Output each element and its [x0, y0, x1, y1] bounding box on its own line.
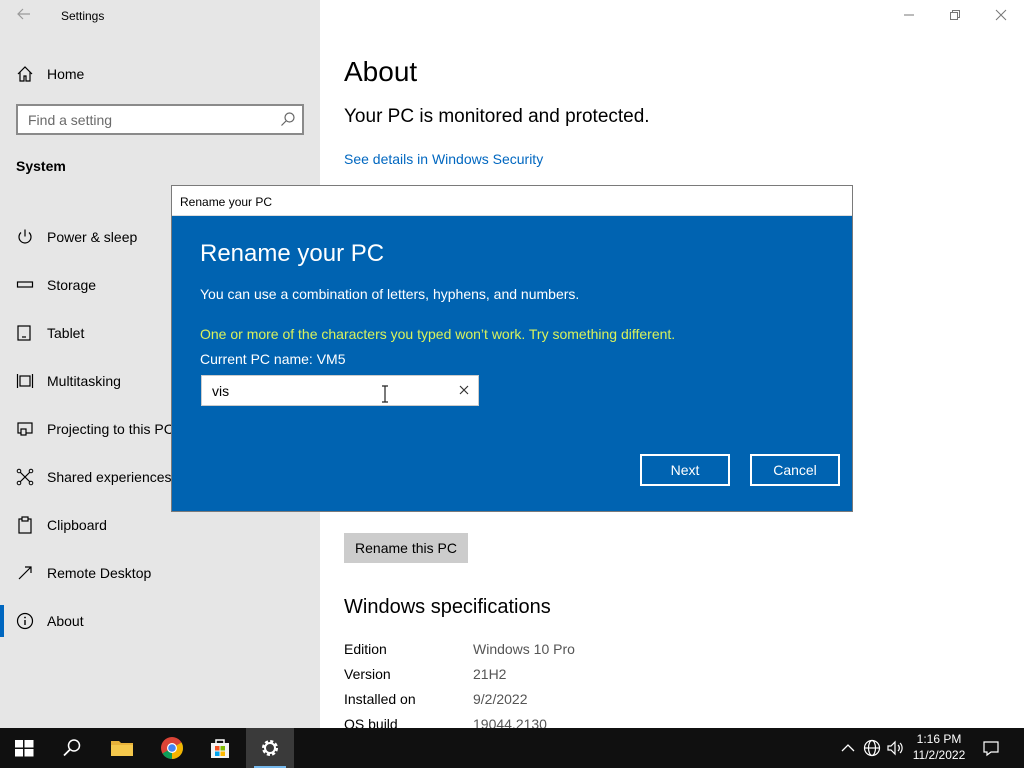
spec-key: Version: [344, 666, 391, 682]
nav-home-label: Home: [47, 66, 85, 82]
info-icon: [16, 612, 34, 630]
nav-home[interactable]: Home: [0, 58, 320, 90]
close-icon: [995, 9, 1007, 21]
sidebar-item-label: Projecting to this PC: [47, 421, 174, 437]
power-icon: [16, 228, 34, 246]
shared-experiences-icon: [16, 468, 34, 486]
sidebar-item-label: Power & sleep: [47, 229, 138, 245]
search-box[interactable]: [16, 104, 304, 135]
minimize-button[interactable]: [886, 4, 932, 28]
spec-value: 21H2: [473, 666, 507, 682]
clipboard-icon: [16, 516, 34, 534]
sidebar-item-label: Remote Desktop: [47, 565, 152, 581]
spec-value: 9/2/2022: [473, 691, 528, 707]
cancel-button[interactable]: Cancel: [750, 454, 840, 486]
clock-time: 1:16 PM: [916, 732, 962, 746]
minimize-icon: [904, 14, 914, 16]
settings-taskbar-button[interactable]: [246, 728, 294, 768]
taskbar-clock[interactable]: 1:16 PM 11/2/2022: [908, 731, 970, 763]
remote-desktop-icon: [16, 564, 34, 582]
taskbar-search-button[interactable]: [48, 728, 96, 768]
dialog-window-title: Rename your PC: [180, 195, 273, 209]
gear-icon: [262, 740, 278, 756]
spec-row: Installed on 9/2/2022: [344, 691, 944, 711]
next-button[interactable]: Next: [640, 454, 730, 486]
microsoft-store-button[interactable]: [196, 728, 244, 768]
dialog-description: You can use a combination of letters, hy…: [200, 286, 580, 302]
spec-key: Installed on: [344, 691, 416, 707]
search-icon: [63, 739, 81, 757]
storage-icon: [16, 276, 34, 294]
home-icon: [16, 65, 34, 83]
sidebar-item-label: Clipboard: [47, 517, 107, 533]
sidebar-item-label: Shared experiences: [47, 469, 172, 485]
current-pc-name: Current PC name: VM5: [200, 351, 346, 367]
multitasking-icon: [16, 372, 34, 390]
pc-name-field[interactable]: [201, 375, 479, 406]
app-title: Settings: [61, 9, 105, 23]
spec-key: Edition: [344, 641, 387, 657]
chrome-icon: [161, 737, 183, 759]
spec-key: OS build: [344, 716, 398, 728]
spec-row: Version 21H2: [344, 666, 944, 686]
protection-status: Your PC is monitored and protected.: [344, 106, 650, 127]
spec-row: OS build 19044.2130: [344, 716, 944, 728]
back-arrow-icon[interactable]: [14, 6, 34, 26]
sidebar-item-label: Tablet: [47, 325, 85, 341]
sidebar-item-label: About: [47, 613, 84, 629]
start-button[interactable]: [0, 728, 48, 768]
chrome-button[interactable]: [148, 728, 196, 768]
restore-button[interactable]: [932, 4, 978, 28]
projecting-icon: [16, 420, 34, 438]
chevron-up-icon[interactable]: [838, 738, 858, 758]
spec-value: 19044.2130: [473, 716, 547, 728]
specs-title: Windows specifications: [344, 596, 551, 618]
folder-icon: [111, 741, 133, 756]
text-cursor-icon: [381, 385, 389, 403]
search-icon[interactable]: [280, 111, 296, 127]
dialog-heading: Rename your PC: [200, 240, 385, 267]
taskbar: [0, 728, 1024, 768]
sidebar-item-remote-desktop[interactable]: Remote Desktop: [0, 557, 320, 589]
rename-pc-button[interactable]: Rename this PC: [344, 533, 468, 563]
tablet-icon: [16, 324, 34, 342]
dialog-error-message: One or more of the characters you typed …: [200, 326, 676, 342]
clear-icon[interactable]: [456, 382, 472, 398]
pc-name-input[interactable]: [202, 376, 447, 405]
section-title: System: [16, 158, 66, 174]
sidebar-item-label: Storage: [47, 277, 97, 293]
store-icon: [211, 739, 229, 758]
notifications-icon[interactable]: [981, 738, 1001, 758]
search-input[interactable]: [18, 106, 268, 133]
page-title: About: [344, 56, 418, 87]
volume-icon[interactable]: [885, 738, 905, 758]
windows-security-link[interactable]: See details in Windows Security: [344, 151, 543, 167]
file-explorer-button[interactable]: [98, 728, 146, 768]
spec-value: Windows 10 Pro: [473, 641, 575, 657]
clock-date: 11/2/2022: [912, 748, 966, 762]
restore-icon: [950, 10, 960, 20]
close-button[interactable]: [978, 4, 1024, 28]
dialog-titlebar[interactable]: Rename your PC: [172, 186, 852, 216]
network-globe-icon[interactable]: [862, 738, 882, 758]
sidebar-item-label: Multitasking: [47, 373, 121, 389]
sidebar-item-about[interactable]: About: [0, 605, 320, 637]
rename-dialog: Rename your PC Rename your PC You can us…: [171, 185, 853, 512]
windows-logo-icon: [15, 740, 34, 757]
sidebar-item-clipboard[interactable]: Clipboard: [0, 509, 320, 541]
spec-row: Edition Windows 10 Pro: [344, 641, 944, 661]
